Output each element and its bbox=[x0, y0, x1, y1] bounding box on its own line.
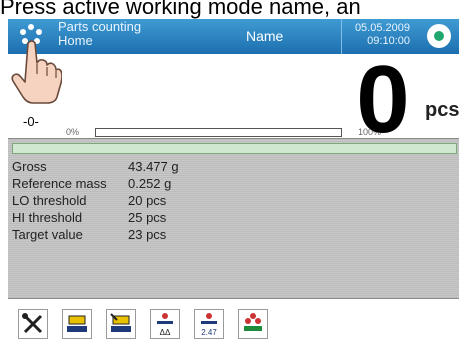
balance-screen: Parts counting Home Name 05.05.2009 09:1… bbox=[8, 19, 459, 346]
info-row-value: 0.252 g bbox=[128, 176, 172, 191]
info-row-label: Target value bbox=[12, 227, 83, 242]
info-panel: Gross 43.477 g Reference mass 0.252 g LO thr… bbox=[8, 138, 459, 299]
svg-text:ΔΔ: ΔΔ bbox=[160, 328, 171, 337]
reference-mass-icon: ΔΔ bbox=[157, 313, 173, 337]
tare-set-icon bbox=[110, 313, 131, 332]
info-row-label: HI threshold bbox=[12, 210, 83, 225]
working-mode-name[interactable]: Parts counting bbox=[58, 20, 141, 34]
reference-mass-button[interactable]: ΔΔ bbox=[150, 309, 180, 339]
bottom-toolbar: ΔΔ 2.47 bbox=[8, 298, 459, 346]
pointing-hand-icon bbox=[11, 40, 62, 104]
date-text: 05.05.2009 bbox=[354, 22, 410, 34]
info-row-value: 43.477 g bbox=[128, 159, 179, 174]
info-row-value: 25 pcs bbox=[128, 210, 167, 225]
parts-icon bbox=[244, 313, 262, 331]
instruction-text: Press active working mode name, an bbox=[0, 0, 361, 19]
info-row-label: Gross bbox=[12, 159, 47, 174]
unit-mass-label: 2.47 bbox=[201, 328, 217, 337]
capacity-bar bbox=[95, 128, 342, 137]
tare-icon bbox=[67, 315, 87, 332]
info-row-label: Reference mass bbox=[12, 176, 107, 191]
working-mode-subtitle[interactable]: Home bbox=[58, 34, 93, 48]
tare-set-button[interactable] bbox=[106, 309, 136, 339]
tools-button[interactable] bbox=[18, 309, 48, 339]
info-row-value: 23 pcs bbox=[128, 227, 167, 242]
bar-min-label: 0% bbox=[66, 127, 80, 137]
status-indicator-icon[interactable] bbox=[427, 24, 451, 48]
info-row-label: LO threshold bbox=[12, 193, 87, 208]
unit-label[interactable]: pcs bbox=[425, 99, 459, 122]
unit-mass-button[interactable]: 2.47 bbox=[194, 309, 224, 339]
zero-indicator: -0- bbox=[23, 114, 39, 129]
user-name[interactable]: Name bbox=[246, 28, 283, 44]
tools-icon bbox=[22, 313, 43, 334]
unit-mass-icon: 2.47 bbox=[201, 313, 217, 337]
info-row-value: 20 pcs bbox=[128, 193, 167, 208]
tare-button[interactable] bbox=[62, 309, 92, 339]
parts-button[interactable] bbox=[238, 309, 268, 339]
threshold-bar bbox=[12, 143, 457, 154]
